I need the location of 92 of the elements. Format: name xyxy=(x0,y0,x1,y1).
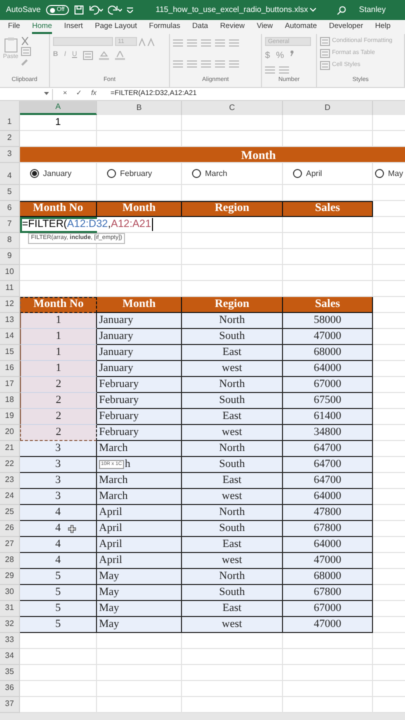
table-cell: May xyxy=(97,601,182,617)
table-cell: February xyxy=(97,377,182,393)
table-cell: East xyxy=(182,473,283,489)
column-heading: Month No xyxy=(20,201,97,217)
table-cell: 2 xyxy=(20,377,97,393)
autosave-label: AutoSave xyxy=(6,4,41,16)
table-cell: May xyxy=(97,569,182,585)
table-cell: South xyxy=(182,521,283,537)
table-cell: April xyxy=(97,553,182,569)
table-cell: East xyxy=(182,537,283,553)
table-cell: South xyxy=(182,457,283,473)
banner-title: Month xyxy=(241,146,276,164)
table-cell: January xyxy=(97,361,182,377)
table-cell: 3 xyxy=(20,457,97,473)
table-cell: west xyxy=(182,361,283,377)
table-cell: March xyxy=(97,473,182,489)
column-heading: Sales xyxy=(283,297,373,313)
column-heading: Month No xyxy=(20,297,97,313)
cell-value: 1 xyxy=(55,116,61,130)
table-cell: February xyxy=(97,393,182,409)
table-cell: 64000 xyxy=(283,537,373,553)
table-cell: April xyxy=(97,505,182,521)
table-cell: 68000 xyxy=(283,569,373,585)
table-cell: North xyxy=(182,441,283,457)
table-cell: 34800 xyxy=(283,425,373,441)
table-cell: South xyxy=(182,585,283,601)
table-cell: 47000 xyxy=(283,617,373,633)
table-cell: 4 xyxy=(20,505,97,521)
table-cell: 2 xyxy=(20,425,97,441)
table-cell: 5 xyxy=(20,585,97,601)
table-cell: January xyxy=(97,313,182,329)
table-cell: west xyxy=(182,617,283,633)
table-cell: February xyxy=(97,425,182,441)
table-cell: 68000 xyxy=(283,345,373,361)
table-cell: 64700 xyxy=(283,441,373,457)
table-cell: South xyxy=(182,329,283,345)
table-cell: 1 xyxy=(20,329,97,345)
table-cell: 4 xyxy=(20,537,97,553)
table-cell: west xyxy=(182,489,283,505)
table-cell: 3 xyxy=(20,473,97,489)
table-cell: East xyxy=(182,601,283,617)
column-heading: Sales xyxy=(283,201,373,217)
table-cell: 3 xyxy=(20,441,97,457)
table-cell: 4 xyxy=(20,521,97,537)
table-cell: 1 xyxy=(20,313,97,329)
table-cell: 3 xyxy=(20,489,97,505)
table-cell: 67800 xyxy=(283,521,373,537)
table-cell: North xyxy=(182,377,283,393)
column-heading: Region xyxy=(182,297,283,313)
table-cell: East xyxy=(182,345,283,361)
table-cell: 64000 xyxy=(283,489,373,505)
table-cell: 47000 xyxy=(283,553,373,569)
table-cell: 47800 xyxy=(283,505,373,521)
table-cell: North xyxy=(182,569,283,585)
file-name: 115_how_to_use_excel_radio_buttons.xlsx xyxy=(156,4,308,16)
table-cell: East xyxy=(182,409,283,425)
table-cell: 1 xyxy=(20,345,97,361)
column-heading: Region xyxy=(182,201,283,217)
table-cell: March xyxy=(97,489,182,505)
user-name: Stanley xyxy=(359,4,386,16)
table-cell: 4 xyxy=(20,553,97,569)
table-cell: 5 xyxy=(20,601,97,617)
table-cell: 61400 xyxy=(283,409,373,425)
table-cell: 64000 xyxy=(283,361,373,377)
table-cell: 64700 xyxy=(283,457,373,473)
table-cell: 2 xyxy=(20,409,97,425)
table-cell: April xyxy=(97,521,182,537)
table-cell: 64700 xyxy=(283,473,373,489)
table-cell: 67000 xyxy=(283,601,373,617)
table-cell: January xyxy=(97,329,182,345)
table-cell: North xyxy=(182,313,283,329)
column-heading: Month xyxy=(97,201,182,217)
table-cell: May xyxy=(97,585,182,601)
table-cell: May xyxy=(97,617,182,633)
table-cell: April xyxy=(97,537,182,553)
table-cell: 5 xyxy=(20,617,97,633)
table-cell: west xyxy=(182,553,283,569)
table-cell: 47000 xyxy=(283,329,373,345)
table-cell: 58000 xyxy=(283,313,373,329)
table-cell: 67000 xyxy=(283,377,373,393)
table-cell: North xyxy=(182,505,283,521)
table-cell: March xyxy=(97,441,182,457)
table-cell: 5 xyxy=(20,569,97,585)
table-cell: 2 xyxy=(20,393,97,409)
table-cell: 67800 xyxy=(283,585,373,601)
table-cell: February xyxy=(97,409,182,425)
column-heading: Month xyxy=(97,297,182,313)
table-cell: January xyxy=(97,345,182,361)
table-cell: South xyxy=(182,393,283,409)
table-cell: west xyxy=(182,425,283,441)
table-cell: 67500 xyxy=(283,393,373,409)
table-cell: 1 xyxy=(20,361,97,377)
